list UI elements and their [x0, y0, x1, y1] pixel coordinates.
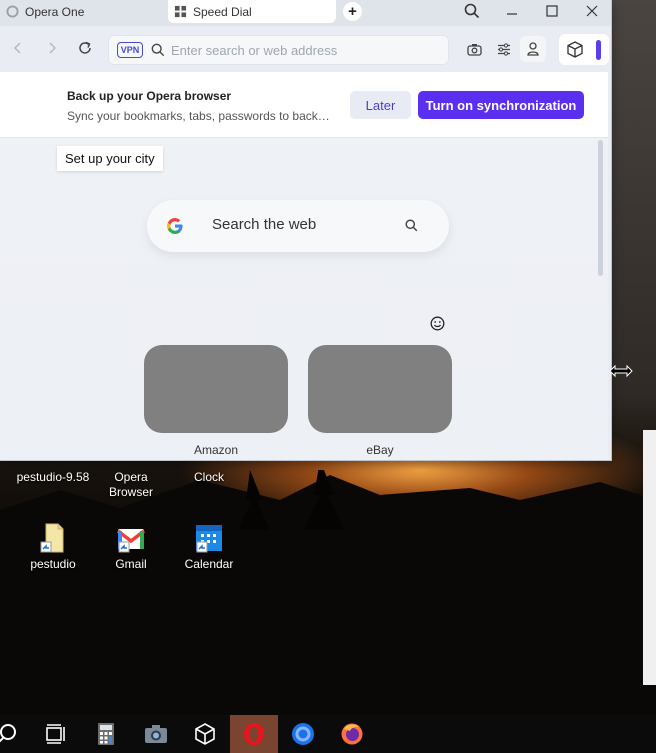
forward-button[interactable] [42, 38, 62, 58]
partial-window-edge [643, 430, 656, 685]
desktop-icon-pestudio-958[interactable]: pestudio-9.58 [13, 462, 93, 485]
browser-toolbar: VPN [0, 26, 611, 72]
speed-dial-tile-label: Amazon [193, 443, 239, 457]
address-bar[interactable]: VPN [108, 35, 449, 65]
sync-banner-text: Sync your bookmarks, tabs, passwords to … [67, 109, 330, 123]
google-icon [167, 218, 183, 234]
chevron-left-icon [13, 42, 21, 54]
gmail-icon [116, 529, 146, 553]
city-setup-tooltip[interactable]: Set up your city [57, 146, 163, 171]
reload-button[interactable] [75, 38, 95, 58]
desktop-icon-partial[interactable]: ... [0, 520, 7, 572]
firefox-icon[interactable] [340, 722, 364, 746]
later-button[interactable]: Later [350, 91, 411, 119]
taskbar [0, 715, 656, 753]
desktop-icon-label: pestudio [30, 557, 76, 571]
mountain-silhouette [0, 470, 656, 715]
sync-banner: Back up your Opera browser Sync your boo… [0, 72, 608, 138]
minimize-icon [507, 13, 517, 15]
maximize-icon [546, 5, 558, 17]
file-icon [40, 523, 64, 553]
opera-browser-window: Opera One Speed Dial + VPN Enter search … [0, 0, 612, 461]
maximize-button[interactable] [537, 0, 567, 22]
search-icon[interactable] [0, 722, 22, 746]
address-input[interactable] [171, 42, 441, 58]
reload-icon [79, 41, 91, 54]
back-button[interactable] [8, 38, 28, 58]
speed-dial-tile-ebay[interactable] [308, 345, 452, 433]
snapshot-button[interactable] [465, 40, 483, 58]
desktop-icon-label: Opera Browser [108, 470, 153, 499]
desktop-icon-opera-browser[interactable]: Opera Browser [91, 462, 171, 500]
vpn-badge[interactable]: VPN [117, 42, 143, 58]
tab-opera-one[interactable]: Opera One [6, 0, 166, 23]
desktop-icon-label: Calendar [184, 557, 234, 571]
person-icon [527, 42, 539, 56]
camera-icon [466, 43, 482, 56]
speed-dial-page: Set up your city Search the web Amazon e… [0, 138, 608, 460]
tab-label: Opera One [25, 4, 85, 19]
cube-3d-icon[interactable] [193, 722, 217, 746]
tab-speed-dial[interactable]: Speed Dial [168, 0, 336, 23]
sliders-icon [498, 42, 510, 56]
close-icon [586, 5, 598, 17]
grid-icon [174, 5, 187, 18]
resize-cursor-icon [609, 364, 633, 378]
search-icon [151, 43, 165, 57]
plus-icon: + [348, 3, 357, 20]
calculator-icon[interactable] [94, 722, 118, 746]
desktop-icon-calendar[interactable]: Calendar [169, 522, 249, 572]
search-icon[interactable] [405, 219, 418, 232]
opera-icon[interactable] [242, 722, 266, 746]
desktop-icon-pestudio[interactable]: pestudio [13, 522, 93, 572]
sidebar-indicator [596, 40, 601, 60]
desktop-icon-label: pestudio-9.58 [16, 470, 90, 484]
web-search-label: Search the web [212, 216, 317, 233]
desktop-icon-label: Clock [193, 470, 224, 484]
search-icon [464, 3, 480, 19]
desktop-icon-label: ... [0, 557, 7, 572]
smiley-icon[interactable] [430, 316, 445, 331]
speed-dial-tile-label: eBay [366, 443, 394, 457]
scrollbar[interactable] [598, 140, 603, 276]
tab-search-button[interactable] [457, 0, 487, 22]
title-bar: Opera One Speed Dial + [0, 0, 611, 26]
calendar-icon [196, 525, 222, 553]
chevron-right-icon [49, 42, 57, 54]
desktop-icon-gmail[interactable]: Gmail [91, 522, 171, 572]
desktop-icon-label: n [0, 470, 7, 485]
desktop-icon-partial[interactable]: n [0, 462, 7, 485]
web-search-box[interactable]: Search the web [147, 200, 449, 252]
desktop-icon-label: Gmail [115, 557, 147, 571]
minimize-button[interactable] [497, 0, 527, 22]
new-tab-button[interactable]: + [343, 2, 362, 21]
close-button[interactable] [577, 0, 607, 22]
turn-on-sync-button[interactable]: Turn on synchronization [418, 91, 584, 119]
cube-icon[interactable] [567, 41, 583, 58]
profile-button[interactable] [520, 36, 546, 62]
easy-setup-button[interactable] [495, 40, 513, 58]
sync-banner-title: Back up your Opera browser [67, 89, 232, 103]
chrome-icon[interactable] [291, 722, 315, 746]
camera-app-icon[interactable] [144, 722, 168, 746]
task-view-icon[interactable] [44, 722, 68, 746]
speed-dial-tile-amazon[interactable] [144, 345, 288, 433]
tab-label: Speed Dial [193, 4, 252, 19]
extensions-area [559, 34, 609, 65]
opera-icon [6, 5, 19, 18]
desktop-icon-clock[interactable]: Clock [169, 462, 249, 485]
